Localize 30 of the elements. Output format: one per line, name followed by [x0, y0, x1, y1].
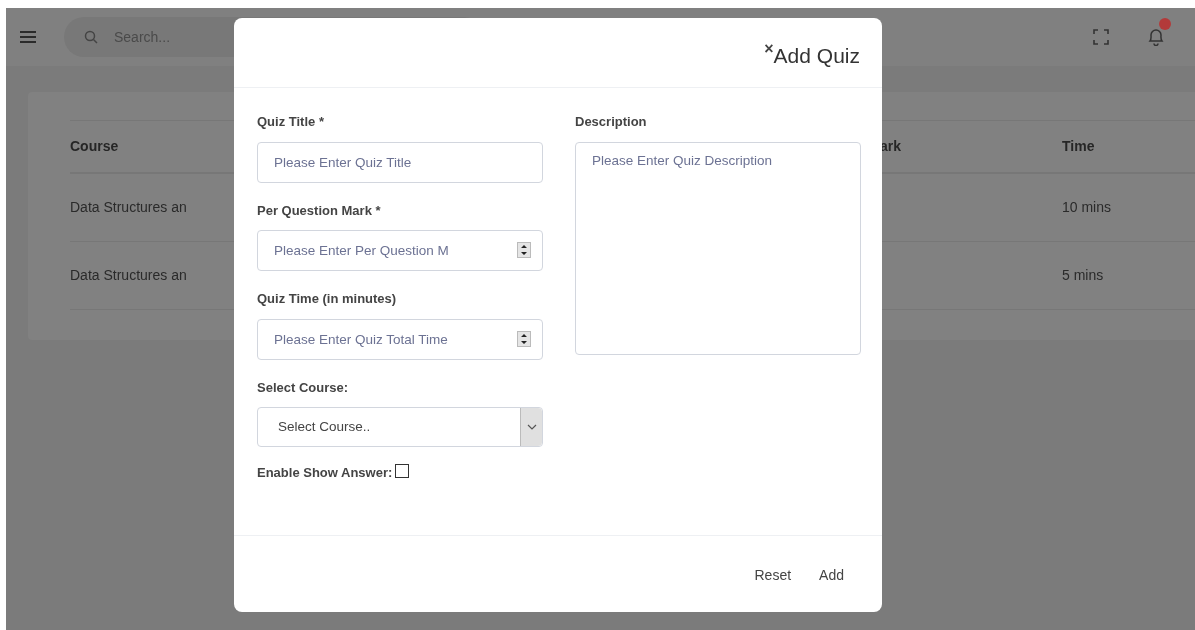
table-cell: Data Structures an	[70, 267, 187, 283]
input-field[interactable]: Please Enter Per Question M	[257, 230, 543, 271]
table-cell-text: 5 mins	[1062, 266, 1104, 285]
spinner-icon[interactable]	[517, 242, 531, 258]
field-label: Select Course:	[257, 378, 350, 397]
chevron-down-icon	[526, 424, 537, 430]
column-header: Time	[1062, 137, 1095, 156]
description-field[interactable]: Please Enter Quiz Description	[575, 141, 861, 355]
table-cell-text: 10 mins	[1062, 198, 1112, 217]
dialog-button[interactable]: Add	[819, 564, 844, 586]
dialog-button[interactable]: Reset	[754, 564, 792, 586]
select-field[interactable]: Select Course..	[257, 407, 543, 447]
search-icon	[84, 30, 98, 44]
field-label: Quiz Title *	[257, 113, 325, 131]
spinner-icon[interactable]	[517, 330, 531, 347]
field-label: Quiz Time (in minutes)	[257, 290, 398, 308]
table-cell: Data Structures an	[70, 199, 187, 215]
input-field[interactable]: Please Enter Quiz Title	[257, 141, 543, 183]
fullscreen-icon[interactable]	[1093, 29, 1109, 45]
column-header: Course	[70, 137, 120, 156]
bell-icon[interactable]	[1147, 28, 1165, 46]
notification-badge	[1159, 18, 1171, 30]
close-button[interactable]: ×	[764, 41, 774, 57]
field-label: Description	[575, 113, 648, 131]
menu-icon[interactable]	[20, 30, 36, 44]
dialog-title: Add Quiz	[773, 45, 860, 66]
checkbox-label: Enable Show Answer:	[257, 464, 393, 482]
input-field[interactable]: Please Enter Quiz Total Time	[257, 318, 543, 360]
checkbox[interactable]	[395, 463, 410, 478]
field-label: Per Question Mark *	[257, 201, 382, 220]
